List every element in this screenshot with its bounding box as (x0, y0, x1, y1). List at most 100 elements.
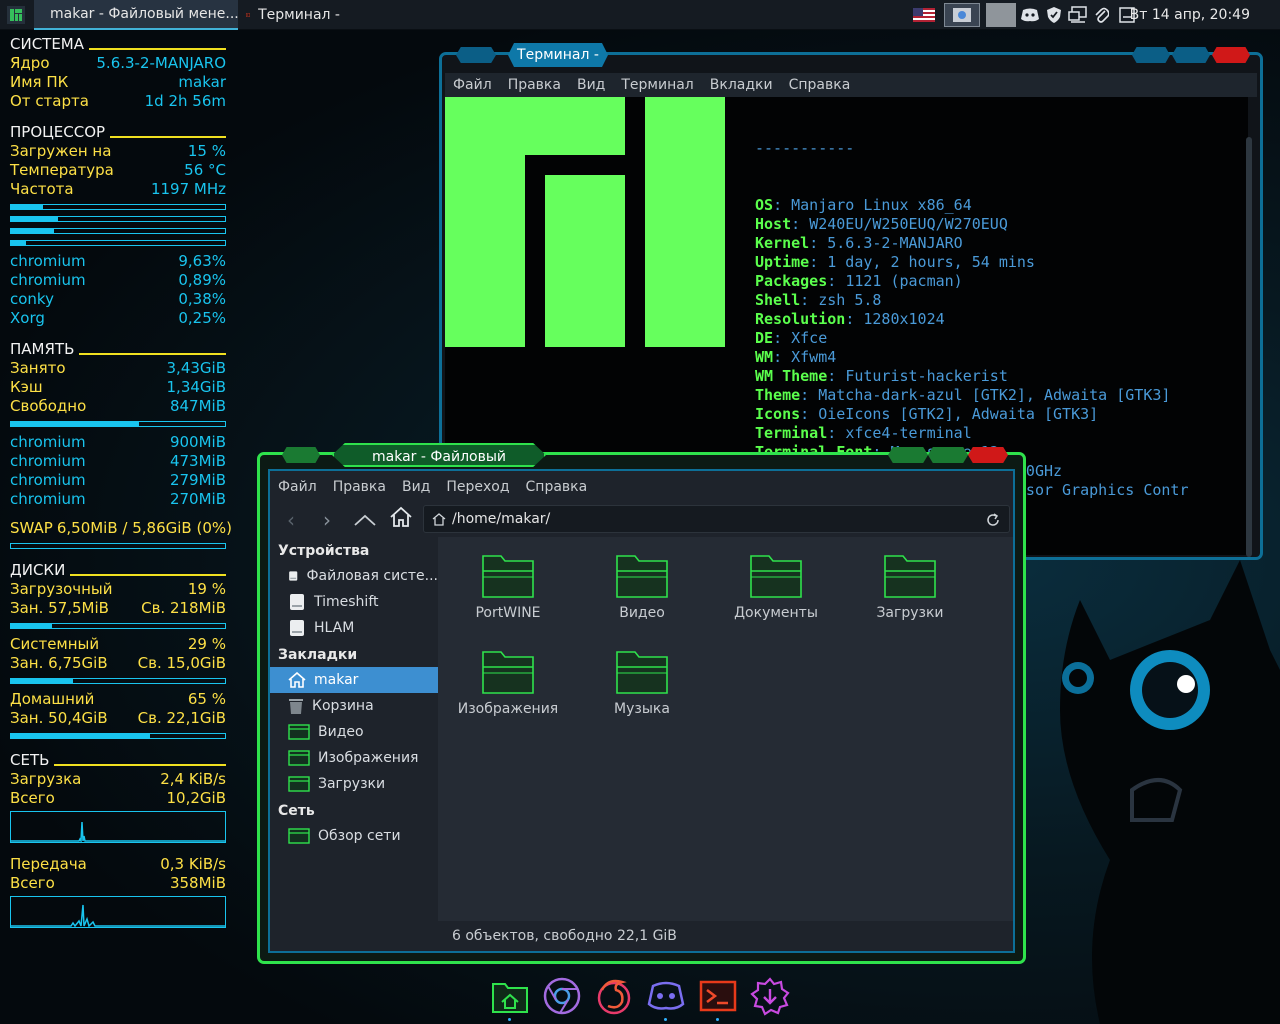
neofetch-line: Kernel: 5.6.3-2-MANJARO (755, 234, 963, 252)
discord-tray-icon[interactable] (1018, 6, 1042, 24)
menu-terminal[interactable]: Терминал (613, 73, 701, 97)
location-bar[interactable]: /home/makar/ (423, 505, 1010, 533)
menu-help[interactable]: Справка (781, 73, 859, 97)
section-heading: СИСТЕМА (10, 34, 226, 54)
window-menu-button[interactable] (456, 47, 496, 63)
keyboard-layout-flag-icon[interactable] (912, 6, 936, 24)
menu-file[interactable]: Файл (270, 475, 325, 499)
minimize-button[interactable] (888, 447, 928, 463)
dock-update-gear-icon[interactable] (750, 976, 790, 1016)
sidebar-item-device[interactable]: Timeshift (270, 589, 438, 615)
disk-bar (10, 733, 226, 739)
reload-icon[interactable] (985, 512, 1001, 528)
close-button[interactable] (968, 447, 1008, 463)
menu-file[interactable]: Файл (445, 73, 500, 97)
shield-tray-icon[interactable] (1043, 6, 1065, 24)
window-menu-button[interactable] (282, 447, 320, 463)
disk-bar (10, 678, 226, 684)
home-icon[interactable] (386, 506, 416, 534)
menu-edit[interactable]: Правка (325, 475, 394, 499)
folder-item[interactable]: Загрузки (850, 553, 970, 621)
clock[interactable]: Вт 14 апр, 20:49 (1130, 0, 1250, 30)
dock-files-icon[interactable] (490, 976, 530, 1016)
menu-view[interactable]: Вид (394, 475, 438, 499)
cpu-load-row: Загружен на 15 % (10, 142, 226, 160)
taskbar-item-label: Терминал - (258, 7, 340, 23)
folder-item[interactable]: Изображения (448, 649, 568, 717)
taskbar-item-terminal[interactable]: Терминал - (238, 0, 348, 30)
filemanager-window: makar - Файловый менеджер Файл Правка Ви… (257, 443, 1026, 964)
cpu-freq-row: Частота 1197 MHz (10, 180, 226, 198)
sidebar-item-device[interactable]: HLAM (270, 615, 438, 641)
drive-icon (290, 620, 304, 636)
disk-usage-row: Зан. 57,5MiB Св. 218MiB (10, 599, 226, 617)
network-tray-icon[interactable] (1066, 6, 1090, 24)
up-icon[interactable] (350, 506, 380, 534)
mem-cache-row: Кэш 1,34GiB (10, 378, 226, 396)
filemanager-menubar: Файл Правка Вид Переход Справка (270, 475, 595, 499)
taskbar-item-filemanager[interactable]: makar - Файловый мене... (34, 0, 238, 30)
disk-name-row: Домашний 65 % (10, 690, 226, 708)
drive-icon (290, 594, 304, 610)
wallpaper-cat-illustration (1060, 560, 1280, 1024)
dock-terminal-icon[interactable] (698, 976, 738, 1016)
dock-chromium-icon[interactable] (542, 976, 582, 1016)
folder-item[interactable]: Видео (582, 553, 702, 621)
swap-row: SWAP 6,50MiB / 5,86GiB (0%) (10, 519, 232, 537)
folder-label: Изображения (457, 701, 559, 717)
terminal-scrollbar[interactable] (1246, 137, 1252, 557)
sidebar-item-device[interactable]: Файловая систе... (270, 563, 438, 589)
menu-go[interactable]: Переход (438, 475, 517, 499)
upload-graph (10, 896, 226, 928)
mem-proc-row: chromium 270MiB (10, 490, 226, 508)
sidebar-item-bookmark[interactable]: Изображения (270, 745, 438, 771)
dock (486, 972, 796, 1022)
folder-icon (288, 776, 310, 792)
sidebar-heading-bookmarks: Закладки (278, 647, 358, 663)
maximize-button[interactable] (1172, 47, 1210, 63)
maximize-button[interactable] (928, 447, 968, 463)
sidebar-heading-devices: Устройства (278, 543, 370, 559)
home-small-icon (432, 513, 446, 526)
net-download-row: Загрузка 2,4 KiB/s (10, 770, 226, 788)
folder-icon (616, 651, 668, 694)
cpu-proc-row: conky 0,38% (10, 290, 226, 308)
folder-item[interactable]: Документы (716, 553, 836, 621)
manjaro-logo (445, 97, 725, 347)
minimize-button[interactable] (1132, 47, 1170, 63)
close-button[interactable] (1212, 47, 1250, 63)
sidebar-item-label: Видео (318, 724, 364, 740)
dock-firefox-icon[interactable] (594, 976, 634, 1016)
sidebar-item-bookmark[interactable]: Корзина (270, 693, 438, 719)
menu-help[interactable]: Справка (518, 475, 596, 499)
sidebar-item-network[interactable]: Обзор сети (270, 823, 438, 849)
workspace-2-button[interactable] (986, 3, 1016, 27)
dock-discord-icon[interactable] (646, 976, 686, 1016)
disk-usage-row: Зан. 6,75GiB Св. 15,0GiB (10, 654, 226, 672)
neofetch-separator: ----------- (755, 139, 855, 157)
menu-tabs[interactable]: Вкладки (702, 73, 781, 97)
sidebar-item-bookmark[interactable]: Видео (270, 719, 438, 745)
workspace-1-button[interactable] (944, 3, 980, 27)
clip-tray-icon[interactable] (1092, 6, 1112, 24)
menu-view[interactable]: Вид (569, 73, 613, 97)
manjaro-menu-icon[interactable] (4, 3, 28, 27)
folder-item[interactable]: Музыка (582, 649, 702, 717)
folder-item[interactable]: PortWINE (448, 553, 568, 621)
sidebar: Устройства Файловая систе... Timeshift HLA… (270, 537, 438, 951)
back-icon[interactable]: ‹ (276, 506, 306, 534)
top-panel: makar - Файловый мене... Терминал - Вт 1… (0, 0, 1280, 30)
menu-edit[interactable]: Правка (500, 73, 569, 97)
folder-label: Загрузки (876, 605, 944, 621)
file-grid[interactable]: PortWINE Видео Документы Загрузки Изображени… (438, 537, 1013, 921)
sidebar-heading-network: Сеть (278, 803, 315, 819)
sidebar-item-label: Обзор сети (318, 828, 401, 844)
sidebar-item-bookmark[interactable]: makar (270, 667, 438, 693)
disk-name-row: Системный 29 % (10, 635, 226, 653)
trash-icon (289, 699, 303, 714)
forward-icon[interactable]: › (312, 506, 342, 534)
sidebar-item-bookmark[interactable]: Загрузки (270, 771, 438, 797)
cpu-core-bar (10, 240, 226, 246)
neofetch-line: Resolution: 1280x1024 (755, 310, 945, 328)
sidebar-item-label: Timeshift (314, 594, 379, 610)
